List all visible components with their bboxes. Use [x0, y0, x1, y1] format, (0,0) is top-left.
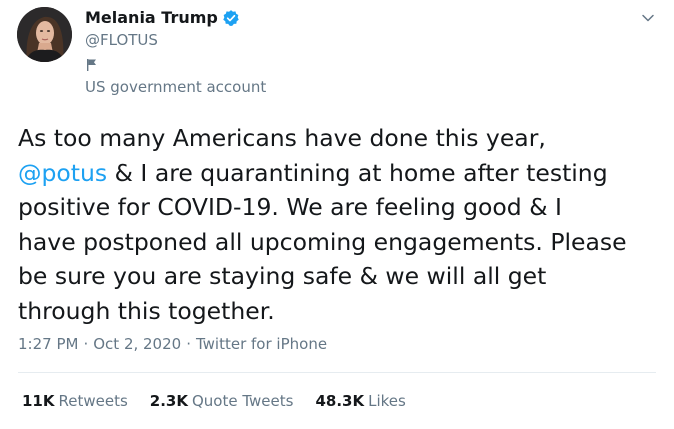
- quote-tweets-count: 2.3K: [149, 392, 188, 410]
- avatar[interactable]: [17, 7, 72, 62]
- likes-count: 48.3K: [315, 392, 365, 410]
- name-row: Melania Trump: [85, 8, 240, 27]
- likes-stat[interactable]: 48.3K Likes: [315, 392, 405, 410]
- separator: ·: [186, 335, 191, 353]
- flag-icon: [87, 59, 96, 71]
- tweet-line: have postponed all upcoming engagements.…: [18, 227, 627, 256]
- tweet-line: be sure you are staying safe & we will a…: [18, 262, 547, 290]
- tweet-line-text: & I are quarantining at home after testi…: [107, 158, 608, 187]
- verified-badge-icon: [223, 9, 239, 26]
- profile-photo: [17, 7, 72, 62]
- tweet-text: As too many Americans have done this yea…: [18, 121, 668, 328]
- tweet-line: As too many Americans have done this yea…: [18, 124, 546, 152]
- more-options-button[interactable]: [638, 8, 658, 28]
- tweet-line: through this together.: [18, 296, 275, 325]
- tweet-source-link[interactable]: Twitter for iPhone: [196, 335, 327, 353]
- mention-link[interactable]: @potus: [18, 159, 107, 187]
- divider: [18, 372, 656, 373]
- author-handle[interactable]: @FLOTUS: [85, 31, 158, 49]
- tweet-card: Melania Trump @FLOTUS US government acco…: [0, 0, 674, 429]
- account-label: US government account: [85, 78, 267, 96]
- tweet-date[interactable]: Oct 2, 2020: [93, 335, 181, 353]
- display-name[interactable]: Melania Trump: [85, 8, 218, 27]
- chevron-down-icon: [642, 14, 654, 22]
- retweets-stat[interactable]: 11K Retweets: [22, 392, 128, 410]
- retweets-label: Retweets: [58, 392, 128, 410]
- separator: ·: [83, 335, 89, 353]
- engagement-stats: 11K Retweets 2.3K Quote Tweets 48.3K Likes: [22, 392, 406, 410]
- quote-tweets-label: Quote Tweets: [191, 392, 294, 410]
- tweet-line: @potus & I are quarantining at home afte…: [18, 156, 668, 191]
- likes-label: Likes: [368, 392, 406, 410]
- quote-tweets-stat[interactable]: 2.3K Quote Tweets: [150, 392, 294, 410]
- tweet-metadata: 1:27 PM · Oct 2, 2020 · Twitter for iPhone: [18, 335, 327, 353]
- tweet-line: positive for COVID-19. We are feeling go…: [18, 193, 562, 221]
- retweets-count: 11K: [22, 392, 55, 410]
- tweet-time[interactable]: 1:27 PM: [18, 335, 78, 353]
